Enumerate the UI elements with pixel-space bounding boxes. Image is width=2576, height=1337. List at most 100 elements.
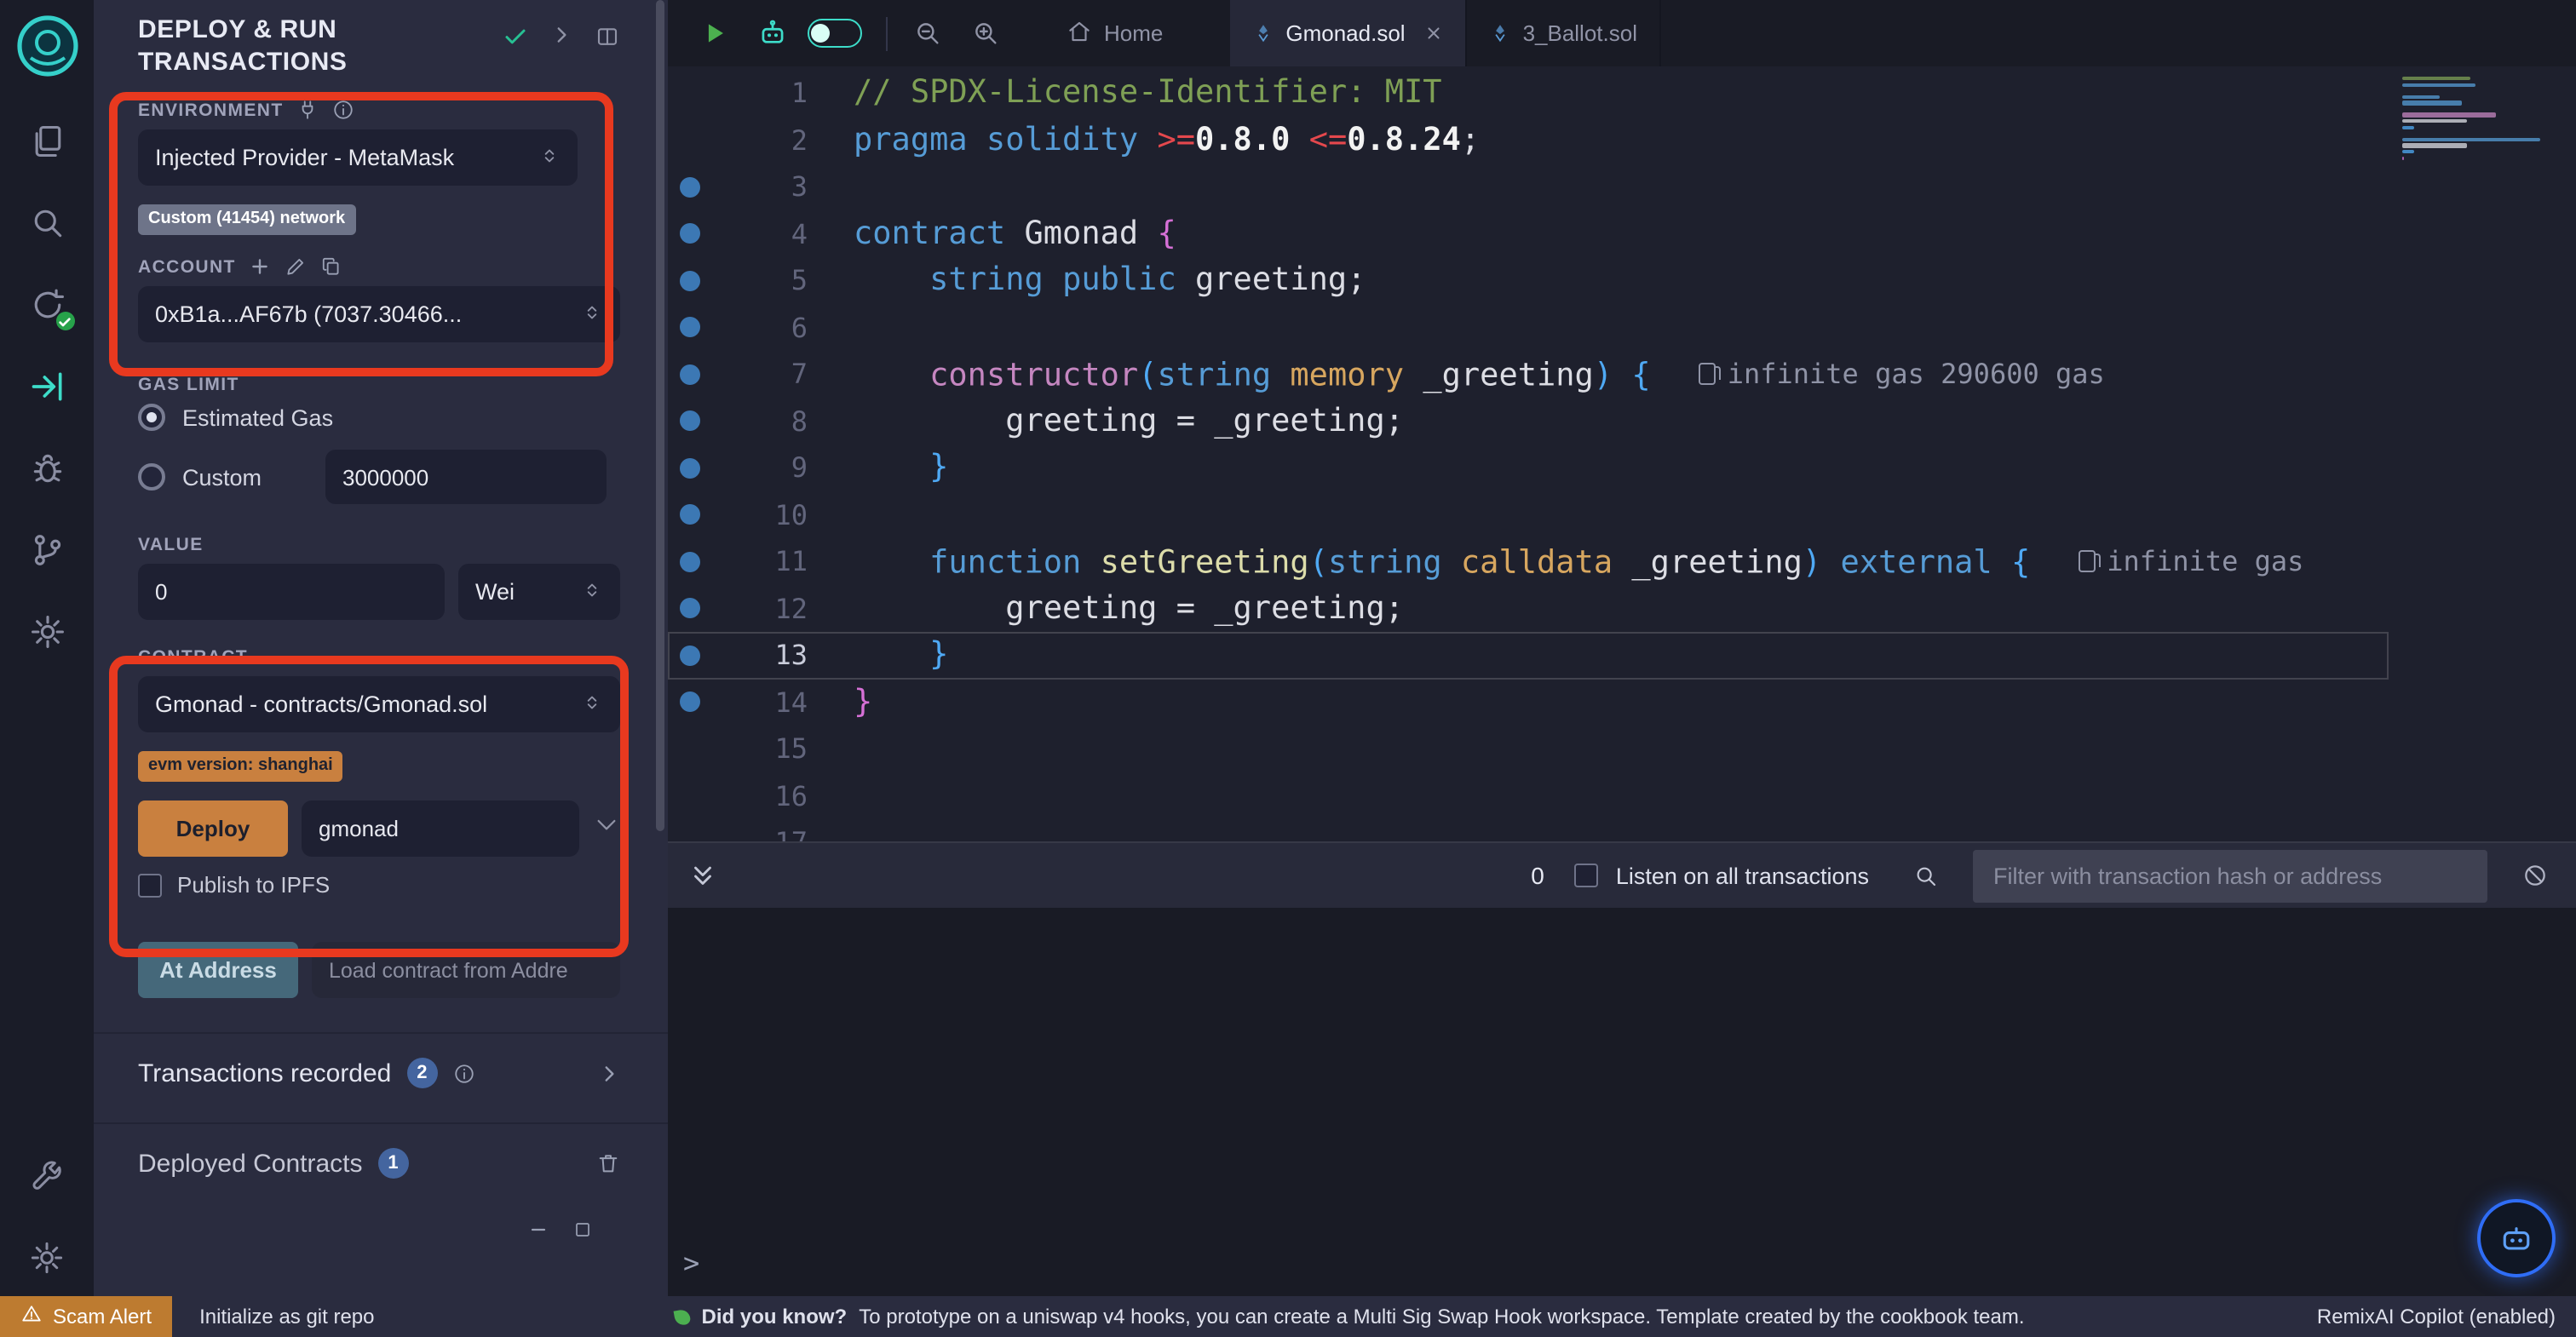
editor-topbar: Home Gmonad.sol 3_Ballot.sol [668, 0, 2576, 66]
code-line-6[interactable] [668, 304, 2576, 351]
solidity-compiler-icon[interactable] [18, 276, 76, 334]
select-arrows-icon [581, 691, 603, 718]
code-line-9[interactable]: } [668, 445, 2576, 491]
code-line-2[interactable]: pragma solidity >=0.8.0 <=0.8.24; [668, 117, 2576, 164]
search-icon[interactable] [18, 194, 76, 252]
terminal-filter-input[interactable] [1973, 849, 2487, 902]
add-account-icon[interactable] [250, 255, 272, 278]
code-line-3[interactable] [668, 164, 2576, 210]
code-line-5[interactable]: string public greeting; [668, 257, 2576, 304]
copilot-status[interactable]: RemixAI Copilot (enabled) [2317, 1305, 2556, 1328]
at-address-input[interactable] [312, 942, 620, 998]
estimated-gas-option[interactable]: Estimated Gas [182, 405, 333, 430]
code-line-11[interactable]: function setGreeting(string calldata _gr… [668, 538, 2576, 585]
edit-icon[interactable] [285, 255, 308, 278]
value-unit-select[interactable]: Wei [458, 564, 620, 620]
minimap[interactable] [2402, 77, 2545, 181]
code-lines: // SPDX-License-Identifier: MITpragma so… [668, 70, 2576, 841]
code-line-16[interactable] [668, 772, 2576, 819]
custom-gas-radio[interactable] [138, 463, 165, 491]
expand-args-icon[interactable] [593, 811, 620, 846]
code-line-10[interactable] [668, 491, 2576, 538]
publish-ipfs-checkbox[interactable] [138, 873, 162, 897]
toggle-knob [811, 24, 830, 43]
split-view-icon[interactable] [595, 24, 620, 58]
gas-pump-icon [1699, 364, 1716, 386]
remix-ide-window: DEPLOY & RUN TRANSACTIONS ENVIRONMENT In… [0, 0, 2576, 1337]
code-editor[interactable]: 1234567891011121314151617 // SPDX-Licens… [668, 66, 2576, 841]
constructor-arg-input[interactable] [302, 800, 579, 857]
plugin-manager-icon[interactable] [18, 603, 76, 661]
environment-select[interactable]: Injected Provider - MetaMask [138, 129, 578, 186]
chevron-right-icon[interactable] [598, 1062, 620, 1084]
gas-estimate-annotation: infinite gas 290600 gas [1699, 351, 2105, 398]
clear-terminal-icon[interactable] [2521, 862, 2549, 889]
estimated-gas-radio[interactable] [138, 404, 165, 431]
terminal-prompt[interactable]: > [668, 1247, 2576, 1296]
gas-estimate-annotation: infinite gas [2078, 538, 2303, 585]
contract-select[interactable]: Gmonad - contracts/Gmonad.sol [138, 676, 620, 732]
code-line-13[interactable]: } [668, 632, 2389, 679]
deployed-count-badge: 1 [377, 1148, 408, 1179]
tab-gmonad-sol[interactable]: Gmonad.sol [1229, 0, 1466, 66]
custom-gas-option[interactable]: Custom [182, 464, 285, 490]
collapse-icon[interactable] [528, 1219, 549, 1240]
maximize-icon[interactable] [572, 1219, 593, 1240]
code-line-17[interactable] [668, 819, 2576, 841]
custom-gas-input[interactable] [325, 450, 607, 504]
plug-icon[interactable] [297, 99, 319, 121]
scam-alert[interactable]: Scam Alert [0, 1296, 172, 1337]
chevron-right-icon[interactable] [550, 24, 572, 55]
code-line-15[interactable] [668, 726, 2576, 772]
copilot-toggle[interactable] [808, 19, 862, 48]
tab-ballot-sol[interactable]: 3_Ballot.sol [1467, 0, 1661, 66]
remix-logo[interactable] [13, 12, 81, 80]
publish-ipfs-label: Publish to IPFS [177, 872, 330, 898]
deployed-contracts-row[interactable]: Deployed Contracts 1 [138, 1124, 620, 1179]
info-icon[interactable] [452, 1062, 474, 1084]
code-line-4[interactable]: contract Gmonad { [668, 210, 2576, 257]
run-script-icon[interactable] [692, 11, 736, 55]
expand-terminal-icon[interactable] [688, 861, 717, 890]
code-line-14[interactable]: } [668, 679, 2576, 726]
remix-ai-assistant-button[interactable] [2477, 1199, 2556, 1277]
code-line-8[interactable]: greeting = _greeting; [668, 398, 2576, 445]
account-select[interactable]: 0xB1a...AF67b (7037.30466... [138, 286, 620, 342]
ai-robot-icon[interactable] [750, 11, 794, 55]
at-address-button[interactable]: At Address [138, 942, 298, 998]
panel-title: DEPLOY & RUN TRANSACTIONS [138, 14, 462, 78]
value-input[interactable] [138, 564, 445, 620]
solidity-file-icon [1489, 22, 1511, 44]
transactions-count-badge: 2 [406, 1058, 437, 1088]
code-line-1[interactable]: // SPDX-License-Identifier: MIT [668, 70, 2576, 117]
trash-icon[interactable] [596, 1151, 620, 1175]
minimap-line [2402, 156, 2405, 159]
minimap-line [2402, 125, 2413, 129]
deploy-button[interactable]: Deploy [138, 800, 288, 857]
file-explorer-icon[interactable] [18, 112, 76, 170]
minimap-line [2402, 150, 2413, 153]
terminal-output[interactable]: > [668, 908, 2576, 1296]
zoom-out-icon[interactable] [905, 11, 949, 55]
zoom-in-icon[interactable] [963, 11, 1007, 55]
tab-home[interactable]: Home [1044, 0, 1185, 66]
panel-scrollbar[interactable] [656, 0, 664, 831]
code-line-7[interactable]: constructor(string memory _greeting) {in… [668, 351, 2576, 398]
settings-gear-icon[interactable] [18, 1228, 76, 1286]
seedling-icon [673, 1308, 691, 1326]
close-tab-icon[interactable] [1424, 24, 1443, 43]
deploy-run-icon[interactable] [18, 358, 76, 416]
terminal-search-icon[interactable] [1913, 863, 1939, 888]
git-init-button[interactable]: Initialize as git repo [199, 1305, 374, 1328]
deployed-contract-card[interactable] [138, 1219, 620, 1240]
source-control-icon[interactable] [18, 521, 76, 579]
listen-checkbox[interactable] [1575, 864, 1599, 887]
code-line-12[interactable]: greeting = _greeting; [668, 585, 2576, 632]
debugger-icon[interactable] [18, 439, 76, 497]
copy-icon[interactable] [321, 255, 343, 278]
tools-wrench-icon[interactable] [18, 1146, 76, 1204]
minimap-line [2402, 77, 2471, 80]
transactions-recorded-row[interactable]: Transactions recorded 2 [138, 1034, 620, 1088]
pin-check-icon[interactable] [503, 24, 528, 58]
info-icon[interactable] [333, 99, 355, 121]
